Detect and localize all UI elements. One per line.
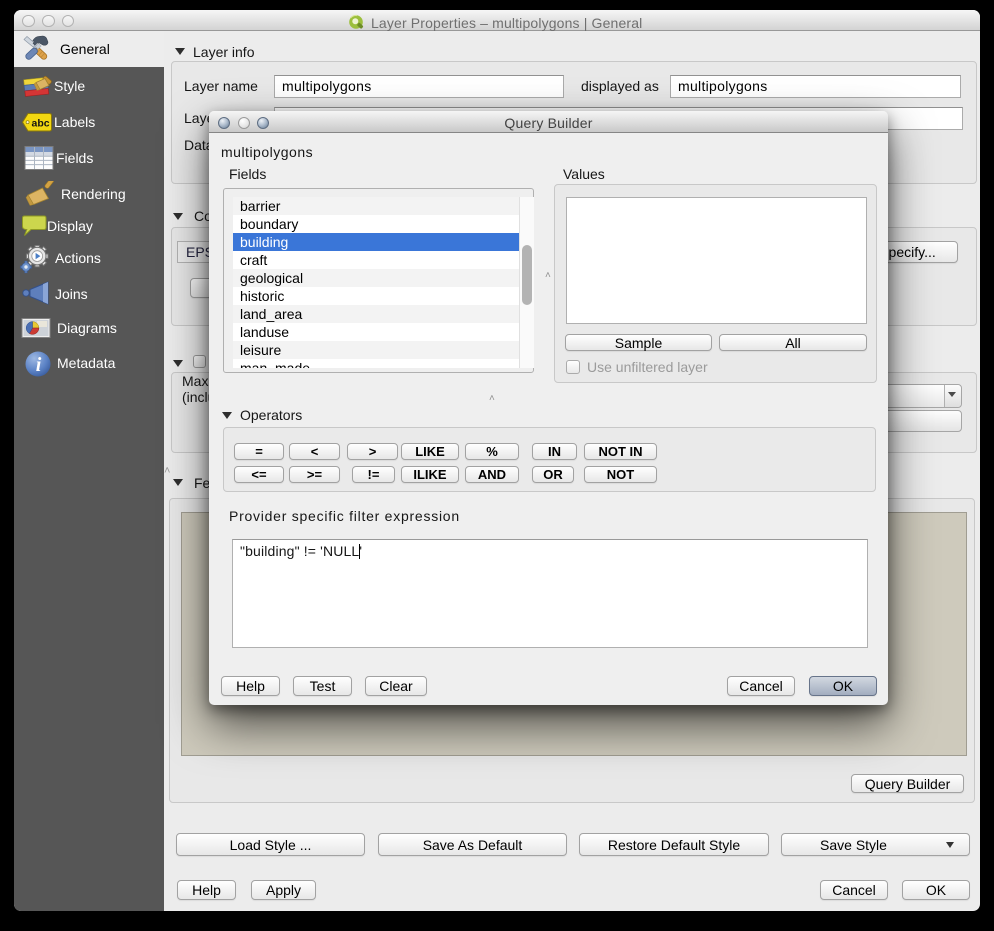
svg-text:abc: abc	[32, 118, 50, 130]
svg-text:i: i	[36, 354, 42, 376]
